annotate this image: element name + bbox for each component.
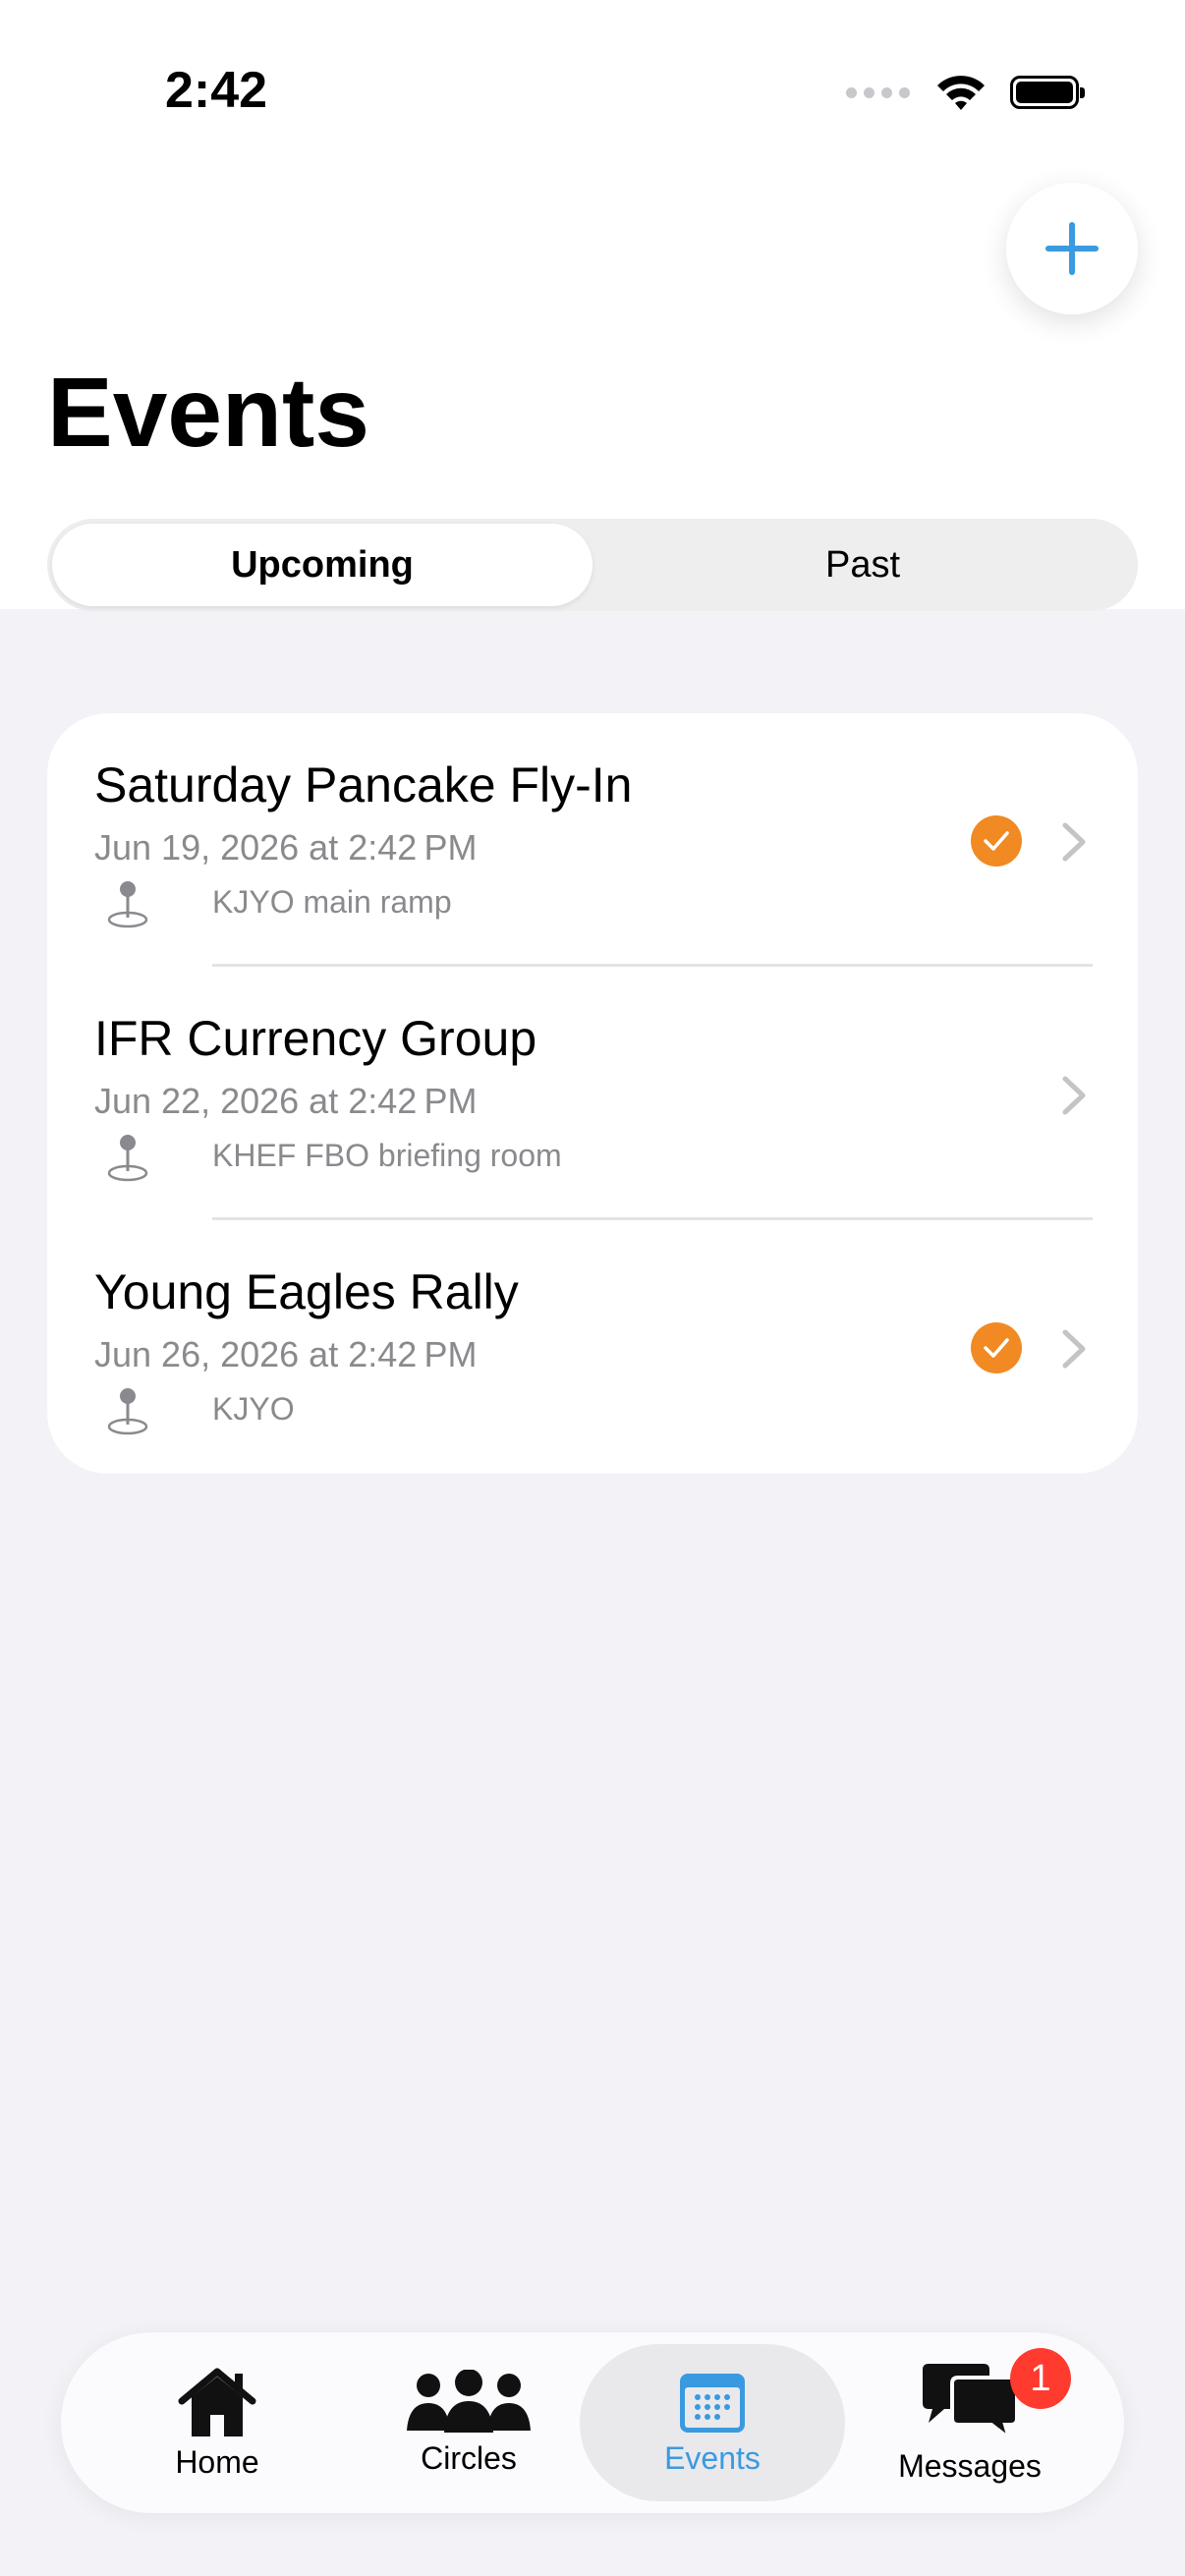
- chevron-right-icon: [1062, 822, 1086, 862]
- chevron-right-icon: [1062, 1329, 1086, 1369]
- event-location: KHEF FBO briefing room: [212, 1138, 562, 1173]
- segment-past[interactable]: Past: [592, 524, 1133, 606]
- events-list: Saturday Pancake Fly-In Jun 19, 2026 at …: [47, 713, 1138, 1474]
- page-title: Events: [47, 358, 369, 468]
- tab-circles[interactable]: Circles: [336, 2344, 601, 2501]
- chevron-right-icon: [1062, 1076, 1086, 1115]
- house-icon: [178, 2368, 256, 2436]
- event-row[interactable]: Saturday Pancake Fly-In Jun 19, 2026 at …: [47, 713, 1138, 967]
- status-icons: [846, 73, 1085, 112]
- rsvp-check-icon: [971, 1322, 1022, 1373]
- cellular-signal-icon: [846, 86, 910, 98]
- tab-home[interactable]: Home: [85, 2344, 350, 2501]
- tab-bar: Home Circles Events Messages: [61, 2332, 1124, 2513]
- event-row[interactable]: Young Eagles Rally Jun 26, 2026 at 2:42 …: [47, 1220, 1138, 1474]
- event-date: Jun 22, 2026 at 2:42 PM: [94, 1081, 478, 1121]
- event-title: Saturday Pancake Fly-In: [94, 757, 633, 812]
- map-pin-icon: [107, 1135, 148, 1182]
- people-icon: [407, 2369, 531, 2433]
- tab-label: Circles: [421, 2439, 517, 2476]
- status-time: 2:42: [165, 62, 268, 119]
- segmented-control: Upcoming Past: [47, 519, 1138, 611]
- calendar-icon: [680, 2373, 745, 2433]
- tab-label: Home: [175, 2443, 259, 2480]
- segment-upcoming[interactable]: Upcoming: [52, 524, 592, 606]
- event-location: KJYO main ramp: [212, 884, 452, 920]
- battery-icon: [1010, 76, 1085, 109]
- rsvp-check-icon: [971, 815, 1022, 867]
- tab-label: Events: [664, 2439, 761, 2476]
- tab-events[interactable]: Events: [580, 2344, 845, 2501]
- map-pin-icon: [107, 1388, 148, 1435]
- chat-bubbles-icon: [923, 2363, 1019, 2442]
- event-date: Jun 26, 2026 at 2:42 PM: [94, 1334, 478, 1374]
- event-date: Jun 19, 2026 at 2:42 PM: [94, 827, 478, 868]
- event-title: IFR Currency Group: [94, 1011, 537, 1066]
- tab-label: Messages: [898, 2447, 1042, 2484]
- header: 2:42 Events Upcoming Past: [0, 0, 1185, 611]
- unread-badge: 1: [1010, 2348, 1071, 2409]
- add-event-button[interactable]: [1006, 183, 1138, 314]
- event-row[interactable]: IFR Currency Group Jun 22, 2026 at 2:42 …: [47, 967, 1138, 1220]
- event-location: KJYO: [212, 1391, 295, 1427]
- plus-icon: [1045, 222, 1099, 275]
- event-title: Young Eagles Rally: [94, 1264, 519, 1319]
- map-pin-icon: [107, 881, 148, 928]
- wifi-icon: [937, 76, 985, 110]
